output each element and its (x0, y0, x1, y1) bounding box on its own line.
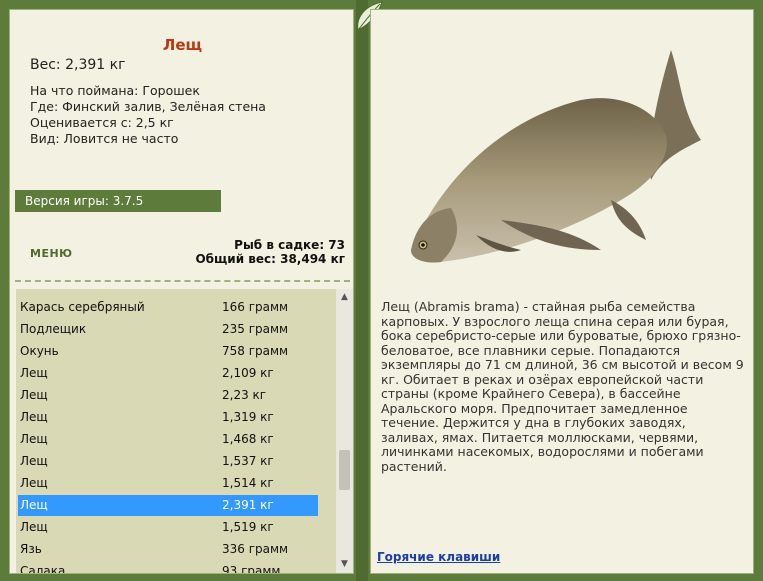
list-item[interactable]: Салака 93 грамм (18, 561, 318, 573)
hotkeys-link[interactable]: Горячие клавиши (377, 550, 500, 564)
bait-line: На что поймана: Горошек (30, 83, 200, 98)
fish-name: Салака (20, 564, 66, 573)
fish-name: Лещ (20, 498, 48, 512)
fish-weight-cell: 1,319 кг (222, 410, 274, 424)
dashed-divider (15, 280, 350, 282)
list-item[interactable]: Подлещик 235 грамм (18, 319, 318, 340)
list-item[interactable]: Окунь 758 грамм (18, 341, 318, 362)
fish-count: Рыб в садке: 73 (234, 238, 345, 252)
catch-list[interactable]: Карась серебряный 166 грамм Подлещик 235 гр… (16, 289, 353, 573)
scroll-thumb[interactable] (339, 450, 350, 490)
list-item[interactable]: Лещ 1,319 кг (18, 407, 318, 428)
fish-name: Подлещик (20, 322, 87, 336)
fish-name: Язь (20, 542, 42, 556)
list-item[interactable]: Лещ 1,514 кг (18, 473, 318, 494)
fish-name: Лещ (20, 432, 48, 446)
list-item[interactable]: Язь 336 грамм (18, 539, 318, 560)
app-window: Лещ Вес: 2,391 кг На что поймана: Гороше… (0, 0, 763, 581)
fish-weight-cell: 93 грамм (222, 564, 281, 573)
list-item[interactable]: Лещ 1,537 кг (18, 451, 318, 472)
fish-name: Лещ (20, 454, 48, 468)
panel-divider (356, 0, 368, 581)
fish-weight-cell: 166 грамм (222, 300, 289, 314)
fish-name: Лещ (20, 366, 48, 380)
fish-info-panel: Лещ Вес: 2,391 кг На что поймана: Гороше… (9, 9, 354, 574)
fish-weight-cell: 336 грамм (222, 542, 289, 556)
fish-weight-cell: 758 грамм (222, 344, 289, 358)
fish-weight-cell: 1,514 кг (222, 476, 274, 490)
fish-name: Лещ (20, 410, 48, 424)
list-item[interactable]: Лещ 2,23 кг (18, 385, 318, 406)
list-item[interactable]: Лещ 1,519 кг (18, 517, 318, 538)
fish-weight-cell: 1,468 кг (222, 432, 274, 446)
menu-button[interactable]: МЕНЮ (30, 247, 73, 260)
place-line: Где: Финский залив, Зелёная стена (30, 99, 266, 114)
fish-name: Лещ (20, 476, 48, 490)
scroll-up-icon[interactable]: ▲ (336, 289, 353, 306)
fish-description: Лещ (Abramis brama) - стайная рыба семей… (381, 299, 744, 474)
list-scrollbar[interactable]: ▲ ▼ (336, 289, 353, 573)
catch-stats: Рыб в садке: 73 Общий вес: 38,494 кг (195, 238, 345, 266)
fish-name: Лещ (20, 520, 48, 534)
fish-weight-cell: 1,519 кг (222, 520, 274, 534)
fish-weight: Вес: 2,391 кг (30, 57, 126, 73)
bream-fish-image (411, 50, 701, 263)
list-item[interactable]: Лещ 2,391 кг (18, 495, 318, 516)
fish-name: Окунь (20, 344, 59, 358)
fish-weight-cell: 2,391 кг (222, 498, 274, 512)
scroll-down-icon[interactable]: ▼ (336, 556, 353, 573)
fish-details: На что поймана: Горошек Где: Финский зал… (30, 83, 266, 147)
version-bar: Версия игры: 3.7.5 (15, 190, 221, 212)
fish-weight-cell: 2,23 кг (222, 388, 267, 402)
valued-line: Оценивается с: 2,5 кг (30, 115, 174, 130)
list-item[interactable]: Лещ 1,468 кг (18, 429, 318, 450)
kind-line: Вид: Ловится не часто (30, 131, 179, 146)
fish-weight-cell: 235 грамм (222, 322, 289, 336)
fish-weight-cell: 1,537 кг (222, 454, 274, 468)
fish-name: Карась серебряный (20, 300, 145, 314)
list-item[interactable]: Лещ 2,109 кг (18, 363, 318, 384)
total-weight: Общий вес: 38,494 кг (195, 252, 345, 266)
fish-weight-cell: 2,109 кг (222, 366, 274, 380)
fish-title: Лещ (162, 36, 203, 54)
fish-description-panel: Лещ (Abramis brama) - стайная рыба семей… (370, 9, 754, 574)
list-item[interactable]: Карась серебряный 166 грамм (18, 297, 318, 318)
fish-name: Лещ (20, 388, 48, 402)
